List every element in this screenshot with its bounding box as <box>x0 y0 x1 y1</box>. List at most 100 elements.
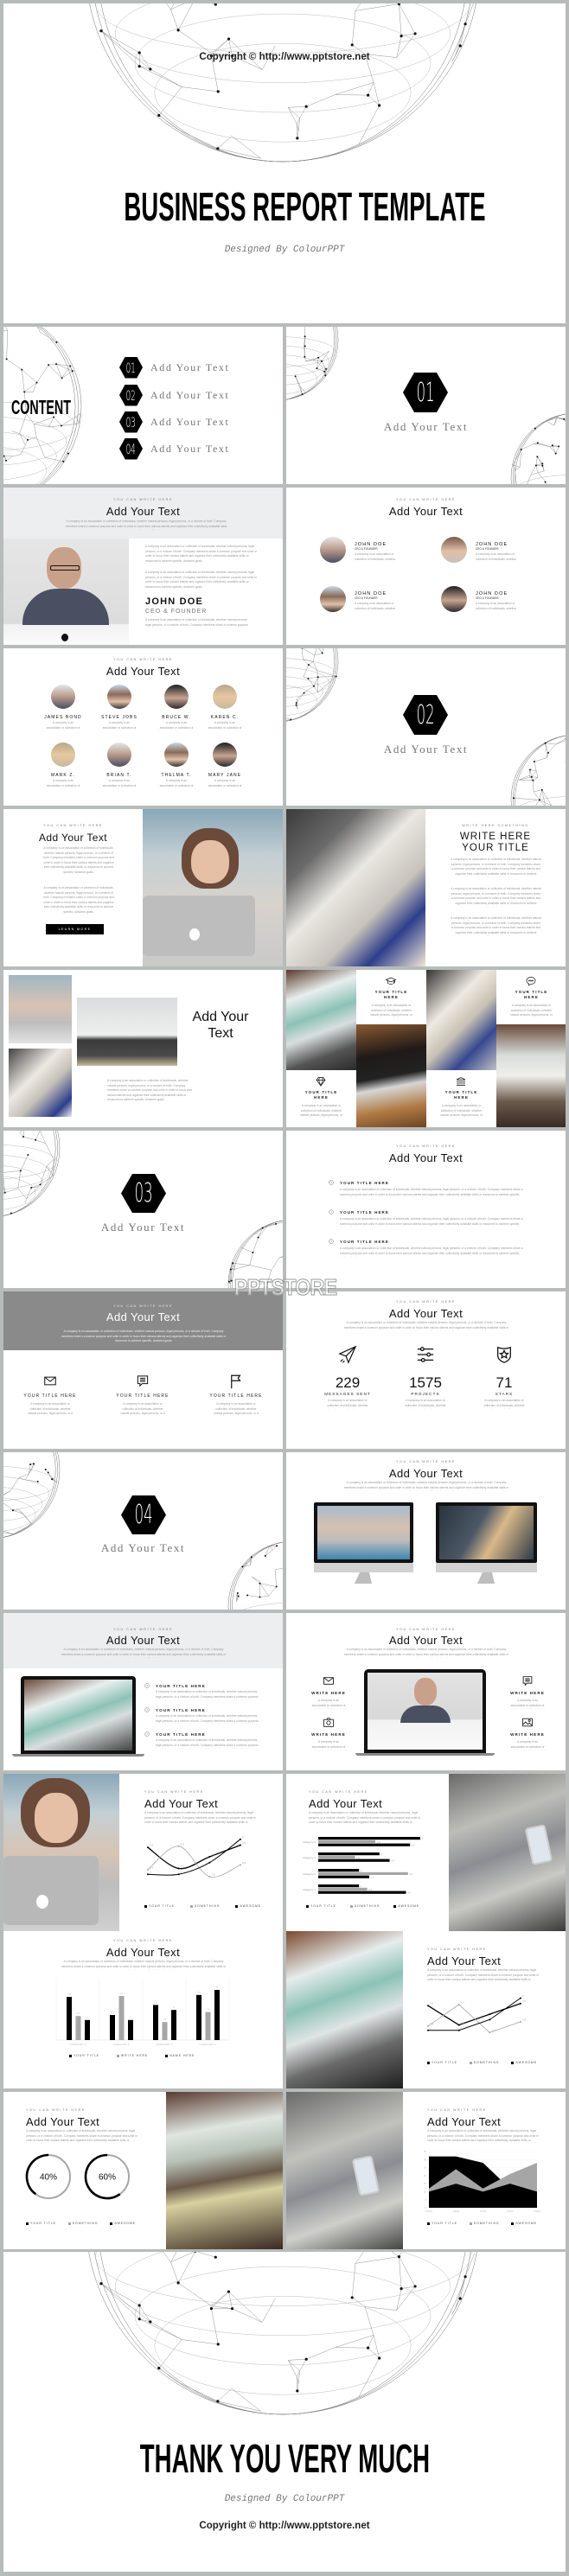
globe-link <box>177 2282 212 2306</box>
globe-node <box>21 368 23 371</box>
globe-node <box>216 2400 220 2403</box>
paragraph-text: A company is an association or collectio… <box>309 1811 420 1826</box>
member-role: CEO & FOUNDER <box>355 596 378 600</box>
globe-node <box>55 363 58 366</box>
kicker-text: YOU CAN WRITE HERE <box>113 1304 173 1308</box>
legend-swatch <box>427 2062 430 2065</box>
globe-arc <box>115 3 451 83</box>
globe-link <box>335 82 374 95</box>
globe-node <box>554 452 557 455</box>
stats-slide: YOU CAN WRITE HERE Add Your Text A compa… <box>286 1291 566 1449</box>
feature-text: A company is an association or collectio… <box>120 1402 165 1416</box>
chart-legend: YOUR TITLE SOMETHING AWESOME <box>144 1904 261 1909</box>
globe-link <box>335 2335 374 2348</box>
legend-entry: AWESOME <box>511 2061 537 2065</box>
feature-text: A company is an association or collectio… <box>440 1104 483 1119</box>
globe-link <box>398 3 400 4</box>
legend-entry: YOUR TITLE <box>427 2061 457 2065</box>
contents-title: CONTENT <box>11 396 71 418</box>
member-bio: A company is an association or collectio… <box>355 552 396 561</box>
y-tick-label: 20 <box>424 2174 427 2177</box>
photo-collage-slide: Add Your Text A company is an associatio… <box>3 970 283 1127</box>
member-name: MARY JANE <box>208 773 242 778</box>
globe-node <box>67 452 69 455</box>
legend-swatch <box>393 1905 397 1909</box>
globe-node <box>48 364 50 367</box>
photo-hand-smartphone <box>449 1774 566 1931</box>
data-point <box>240 1864 241 1866</box>
legend-entry: SOMETHING <box>189 1904 221 1909</box>
globe-node <box>252 1251 254 1253</box>
globe-arc <box>520 475 566 484</box>
globe-link <box>352 2297 366 2307</box>
paragraph-text: A company is an association or collectio… <box>107 1079 193 1102</box>
photo-team-notes <box>286 809 425 966</box>
member-bio: A company is an association or collectio… <box>159 721 194 730</box>
legend-swatch <box>69 2055 72 2058</box>
slide-heading: Add Your Text <box>105 1310 181 1323</box>
legend-label: SOMETHING <box>194 1904 221 1908</box>
photo-laptop-window-desk <box>166 2092 283 2249</box>
globe-link <box>455 2276 466 2309</box>
legend-entry: YOUR TITLE <box>306 1904 336 1909</box>
slide-heading: Add Your Text <box>427 1954 502 1967</box>
globe-link <box>170 2261 179 2283</box>
globe-node <box>149 2320 152 2324</box>
stat-text: A company is an association or collectio… <box>483 1399 526 1409</box>
paragraph-text: A company is an association or collectio… <box>43 846 114 874</box>
feature-title: YOUR TITLE HERE <box>209 1393 263 1399</box>
globe-link <box>288 107 300 118</box>
globe-node <box>99 29 103 33</box>
slide-heading: Add Your Text <box>388 505 464 518</box>
title-slide: Copyright © http://www.pptstore.net BUSI… <box>3 3 566 323</box>
feature-text: A company is an association or collectio… <box>300 1104 342 1119</box>
globe-outline <box>95 3 470 163</box>
globe-arc <box>95 3 470 54</box>
globe-node <box>227 37 231 41</box>
globe-link <box>355 3 361 11</box>
bar <box>128 2019 133 2040</box>
globe-link <box>538 443 551 448</box>
data-label: 4.4 <box>461 2000 465 2004</box>
line-chart: 4.32.53.54.52.44.41.82.82 235 <box>147 1835 246 1878</box>
globe-link <box>196 2252 216 2258</box>
globe-node <box>194 2252 197 2253</box>
globe-arc <box>154 2295 412 2395</box>
globe-node <box>397 2254 401 2259</box>
globe-node <box>216 2343 220 2346</box>
feature-title: YOUR TITLE HERE <box>374 990 408 999</box>
learn-more-button[interactable]: LEARN MORE <box>46 924 104 934</box>
title-line: WRITE HERE <box>459 832 532 842</box>
slide-heading: Add Your Text <box>105 1946 181 1959</box>
line-chart-slide: YOU CAN WRITE HERE Add Your Text A compa… <box>3 1774 283 1931</box>
photo-laptop-typing <box>496 1024 566 1127</box>
contents-item-label: Add Your Text <box>150 416 230 428</box>
designer-credit: Designed By ColourPPT <box>224 245 345 255</box>
data-label: 1.8 <box>163 2018 167 2021</box>
intro-text: A company is an association or collectio… <box>61 1329 227 1343</box>
feature-title: WRITE HERE <box>510 1691 545 1695</box>
team-four-slide: YOU CAN WRITE HERE Add Your Text JOHN DO… <box>286 488 566 645</box>
globe-link <box>48 363 57 366</box>
globe-arc <box>3 447 47 484</box>
globe-node <box>227 2290 231 2293</box>
data-label: 1.8 <box>211 1872 215 1876</box>
kicker-text: YOU CAN WRITE HERE <box>427 1948 487 1951</box>
legend-swatch <box>67 2222 71 2226</box>
globe-node <box>296 137 299 140</box>
horizontal-bar-chart: Category 1 2 2.4 4.3 Category 2 2 4.4 2.5 Catego… <box>303 1837 424 1895</box>
feature-title: YOUR TITLE HERE <box>23 1393 77 1399</box>
category-label: Category 4 <box>303 1840 316 1844</box>
globe-outline <box>89 3 476 163</box>
intro-text: A company is an association or collectio… <box>61 1960 227 1970</box>
data-label: 1.8 <box>491 2029 495 2032</box>
data-point <box>427 2005 429 2007</box>
globe-link <box>170 3 185 10</box>
globe-link <box>259 1583 277 1587</box>
item-title: YOUR TITLE HERE <box>156 1732 206 1737</box>
feature-text: A company is an association or collectio… <box>510 1004 553 1018</box>
globe-link <box>537 470 545 474</box>
item-text: A company is an association or collectio… <box>156 1690 259 1700</box>
copyright-text: Copyright © http://www.pptstore.net <box>199 2521 370 2531</box>
paragraph-text: A company is an association or collectio… <box>145 545 257 563</box>
